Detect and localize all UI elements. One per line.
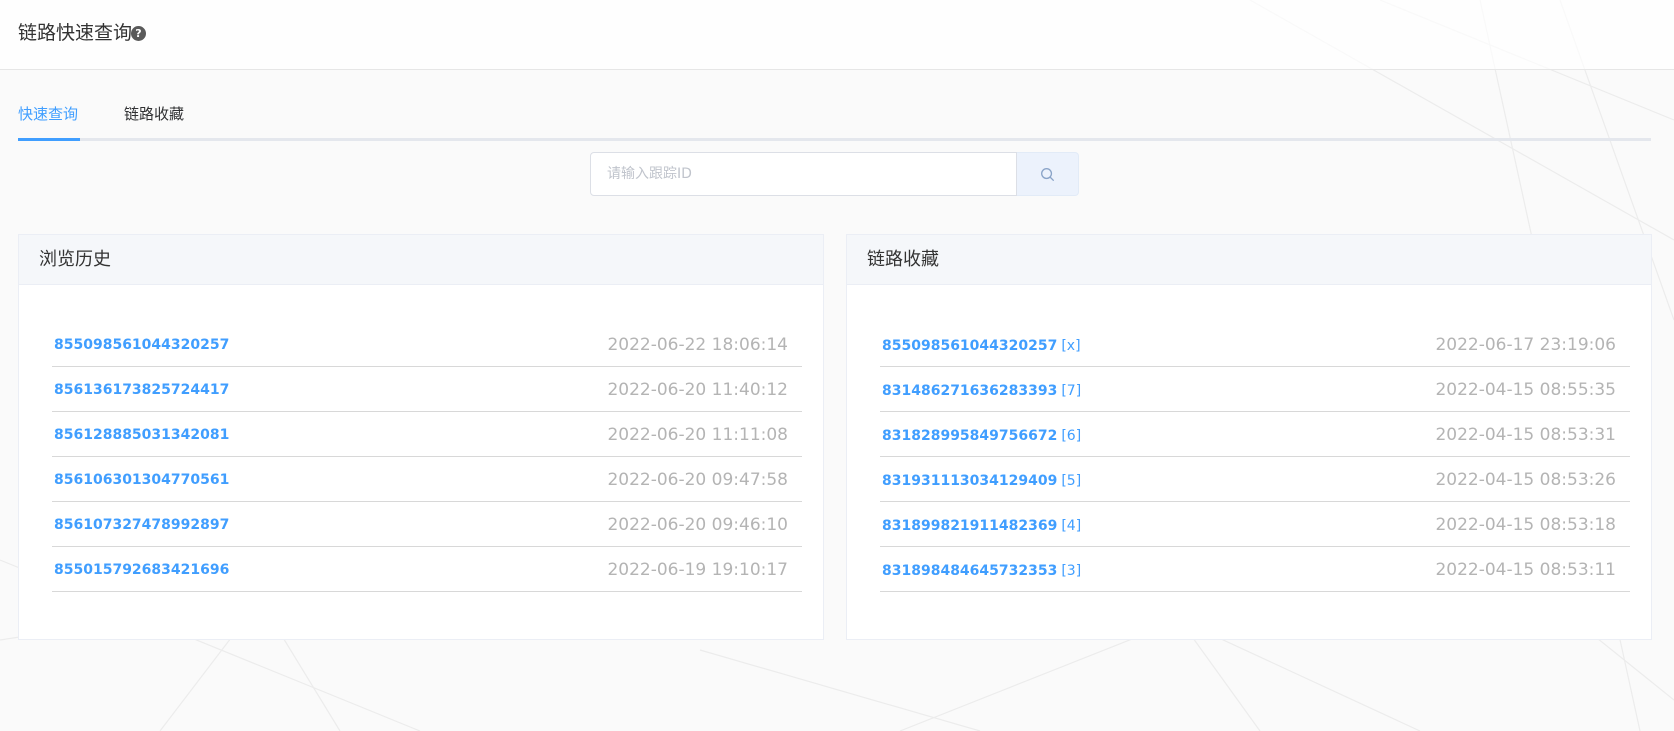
favorite-entry: 831828995849756672 [6]: [882, 425, 1081, 444]
history-time: 2022-06-20 11:40:12: [607, 379, 788, 400]
favorite-time: 2022-04-15 08:53:26: [1435, 469, 1616, 490]
favorite-trace-link[interactable]: 831898484645732353: [882, 563, 1057, 579]
favorite-trace-link[interactable]: 831828995849756672: [882, 428, 1057, 444]
history-trace-link[interactable]: 856106301304770561: [54, 472, 229, 488]
favorites-panel: 链路收藏 855098561044320257 [x] 2022-06-17 23…: [846, 234, 1652, 640]
history-row: 855015792683421696 2022-06-19 19:10:17: [52, 548, 802, 592]
favorite-entry: 831931113034129409 [5]: [882, 470, 1081, 489]
tab-quick-query[interactable]: 快速查询: [18, 104, 78, 124]
search-button[interactable]: [1017, 152, 1079, 196]
history-time: 2022-06-20 11:11:08: [607, 424, 788, 445]
favorite-time: 2022-06-17 23:19:06: [1435, 334, 1616, 355]
favorite-entry: 831898484645732353 [3]: [882, 560, 1081, 579]
favorite-row: 831828995849756672 [6] 2022-04-15 08:53:3…: [880, 413, 1630, 457]
favorite-time: 2022-04-15 08:55:35: [1435, 379, 1616, 400]
favorite-row: 855098561044320257 [x] 2022-06-17 23:19:0…: [880, 323, 1630, 367]
history-row: 856106301304770561 2022-06-20 09:47:58: [52, 458, 802, 502]
page-title: 链路快速查询: [18, 22, 133, 44]
history-time: 2022-06-20 09:46:10: [607, 514, 788, 535]
history-trace-link[interactable]: 855098561044320257: [54, 337, 229, 353]
history-trace-link[interactable]: 856107327478992897: [54, 517, 229, 533]
favorites-list: 855098561044320257 [x] 2022-06-17 23:19:0…: [880, 323, 1630, 593]
search-icon: [1041, 167, 1054, 181]
favorite-row: 831931113034129409 [5] 2022-04-15 08:53:2…: [880, 458, 1630, 502]
help-icon[interactable]: ?: [131, 26, 146, 41]
history-row: 855098561044320257 2022-06-22 18:06:14: [52, 323, 802, 367]
favorite-entry: 855098561044320257 [x]: [882, 335, 1081, 354]
favorite-remove-tag[interactable]: [x]: [1061, 338, 1080, 354]
favorite-row: 831898484645732353 [3] 2022-04-15 08:53:1…: [880, 548, 1630, 592]
favorite-count-tag[interactable]: [6]: [1061, 428, 1081, 444]
page: 链路快速查询 ? 快速查询 链路收藏 浏览历史 8550985610443202…: [0, 0, 1674, 731]
favorites-panel-title: 链路收藏: [847, 235, 1651, 285]
favorite-trace-link[interactable]: 831486271636283393: [882, 383, 1057, 399]
history-time: 2022-06-22 18:06:14: [607, 334, 788, 355]
history-time: 2022-06-20 09:47:58: [607, 469, 788, 490]
favorite-count-tag[interactable]: [4]: [1061, 518, 1081, 534]
search-bar: [590, 152, 1079, 196]
favorite-time: 2022-04-15 08:53:18: [1435, 514, 1616, 535]
favorite-count-tag[interactable]: [7]: [1061, 383, 1081, 399]
page-header: 链路快速查询 ?: [0, 0, 1674, 70]
history-row: 856136173825724417 2022-06-20 11:40:12: [52, 368, 802, 412]
favorite-row: 831486271636283393 [7] 2022-04-15 08:55:3…: [880, 368, 1630, 412]
favorite-time: 2022-04-15 08:53:31: [1435, 424, 1616, 445]
history-panel: 浏览历史 855098561044320257 2022-06-22 18:06…: [18, 234, 824, 640]
tab-trace-favorites[interactable]: 链路收藏: [124, 104, 184, 124]
history-time: 2022-06-19 19:10:17: [607, 559, 788, 580]
active-tab-indicator: [18, 138, 80, 141]
favorite-trace-link[interactable]: 831899821911482369: [882, 518, 1057, 534]
history-row: 856128885031342081 2022-06-20 11:11:08: [52, 413, 802, 457]
favorite-time: 2022-04-15 08:53:11: [1435, 559, 1616, 580]
favorite-trace-link[interactable]: 831931113034129409: [882, 473, 1057, 489]
history-row: 856107327478992897 2022-06-20 09:46:10: [52, 503, 802, 547]
tab-bar: 快速查询 链路收藏: [18, 100, 1651, 141]
favorite-count-tag[interactable]: [3]: [1061, 563, 1081, 579]
favorite-entry: 831486271636283393 [7]: [882, 380, 1081, 399]
favorite-row: 831899821911482369 [4] 2022-04-15 08:53:1…: [880, 503, 1630, 547]
trace-id-search-input[interactable]: [590, 152, 1017, 196]
history-panel-title: 浏览历史: [19, 235, 823, 285]
favorite-count-tag[interactable]: [5]: [1061, 473, 1081, 489]
history-list: 855098561044320257 2022-06-22 18:06:14 8…: [52, 323, 802, 593]
history-trace-link[interactable]: 856128885031342081: [54, 427, 229, 443]
history-trace-link[interactable]: 856136173825724417: [54, 382, 229, 398]
favorite-trace-link[interactable]: 855098561044320257: [882, 338, 1057, 354]
favorite-entry: 831899821911482369 [4]: [882, 515, 1081, 534]
history-trace-link[interactable]: 855015792683421696: [54, 562, 229, 578]
